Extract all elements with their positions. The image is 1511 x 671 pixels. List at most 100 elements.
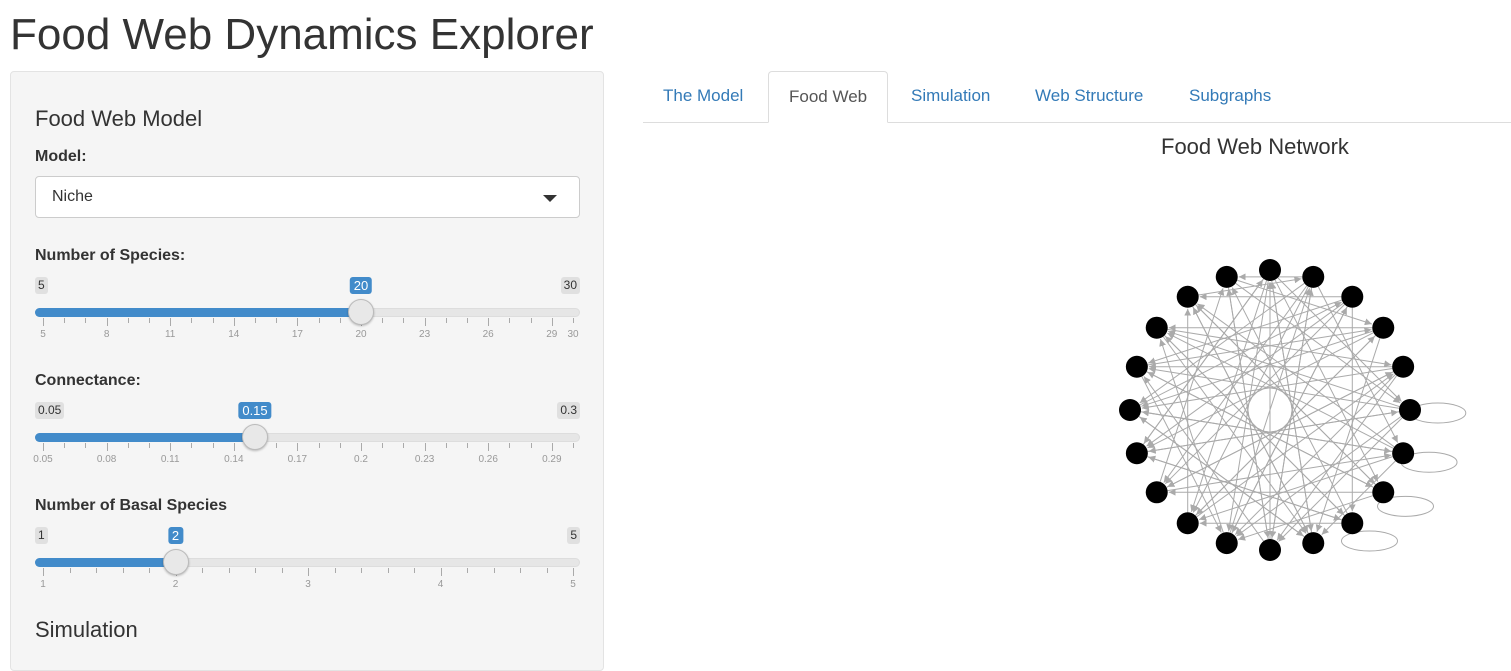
network-node (1215, 532, 1238, 555)
slider-handle[interactable] (242, 424, 268, 450)
slider-tick (530, 443, 532, 448)
slider-tick (308, 568, 309, 576)
connectance-value-label: 0.15 (238, 402, 272, 419)
slider-tick (228, 568, 230, 573)
slider-tick (334, 568, 336, 573)
tab-simulation[interactable]: Simulation (891, 71, 1010, 123)
species-min-label: 5 (35, 277, 48, 294)
slider-tick-label: 0.2 (354, 454, 368, 465)
slider-tick (96, 568, 97, 573)
network-node (1145, 481, 1168, 504)
slider-tick (414, 568, 415, 573)
tab-subgraphs[interactable]: Subgraphs (1169, 71, 1291, 123)
model-label: Model: (35, 148, 87, 165)
network-node (1392, 355, 1415, 378)
slider-tick (43, 568, 44, 576)
slider-tick (493, 568, 495, 573)
sidebar-panel: Food Web Model Model: Niche Number of Sp… (10, 71, 604, 671)
slider-tick-label: 1 (40, 579, 46, 590)
slider-tick (106, 318, 108, 326)
slider-tick (64, 443, 66, 448)
slider-tick (64, 318, 66, 323)
simulation-section-title: Simulation (35, 617, 138, 642)
network-node (1259, 259, 1281, 281)
species-value-label: 20 (349, 277, 373, 294)
slider-fill (35, 308, 361, 317)
connectance-label: Connectance: (35, 372, 141, 389)
slider-tick-label: 0.11 (160, 454, 180, 465)
slider-tick (318, 318, 320, 323)
network-node (1302, 265, 1325, 288)
slider-tick (573, 318, 574, 323)
network-node (1372, 481, 1395, 504)
network-node (1125, 355, 1148, 378)
slider-tick (488, 318, 490, 326)
network-node (1392, 442, 1415, 465)
slider-tick-label: 29 (546, 329, 558, 340)
slider-tick (467, 568, 468, 573)
connectance-slider[interactable]: 0.05 0.3 0.15 0.05 0.08 0.11 0.14 0.17 0.2 0.2… (33, 402, 580, 472)
slider-tick (403, 443, 405, 448)
slider-tick (297, 443, 299, 451)
network-edges (1138, 273, 1403, 542)
slider-tick (191, 443, 193, 448)
tab-the-model[interactable]: The Model (643, 71, 763, 123)
tab-food-web[interactable]: Food Web (768, 71, 889, 123)
slider-tick-label: 11 (164, 329, 176, 340)
slider-tick (573, 443, 574, 448)
slider-tick (361, 568, 362, 573)
slider-handle[interactable] (348, 299, 374, 325)
slider-tick (149, 443, 150, 448)
slider-tick-label: 0.29 (542, 454, 562, 465)
slider-tick (361, 443, 362, 451)
network-edge (1141, 330, 1373, 408)
slider-tick (170, 318, 172, 326)
network-node (1119, 399, 1141, 421)
slider-tick (85, 318, 87, 323)
network-node (1399, 399, 1421, 421)
slider-tick (106, 443, 108, 451)
slider-ticks (35, 443, 580, 453)
network-self-loop (1340, 530, 1398, 552)
tab-web-structure[interactable]: Web Structure (1015, 71, 1163, 123)
slider-tick-label: 30 (567, 329, 579, 340)
slider-tick-label: 26 (482, 329, 494, 340)
slider-tick (551, 443, 553, 451)
slider-tick-label: 5 (40, 329, 46, 340)
slider-tick (445, 443, 447, 448)
slider-tick (440, 568, 442, 576)
slider-tick (276, 443, 278, 448)
slider-tick (122, 568, 124, 573)
network-title: Food Web Network (1161, 134, 1349, 159)
slider-tick-label: 8 (103, 329, 110, 340)
slider-tick (573, 568, 574, 576)
model-select[interactable]: Niche (35, 176, 580, 218)
model-select-value: Niche (52, 188, 93, 205)
slider-tick (69, 568, 71, 573)
slider-tick (43, 443, 44, 451)
slider-fill (35, 558, 176, 567)
slider-handle[interactable] (162, 549, 189, 575)
slider-tick-label: 5 (570, 579, 576, 590)
slider-tick (509, 443, 511, 448)
chevron-down-icon (543, 195, 557, 202)
slider-tick-label: 4 (437, 579, 444, 590)
slider-tick (382, 318, 384, 323)
slider-tick (445, 318, 447, 323)
basal-min-label: 1 (35, 527, 48, 544)
slider-fill (35, 433, 255, 442)
connectance-min-label: 0.05 (35, 402, 65, 419)
slider-tick (149, 568, 150, 573)
slider-tick (551, 318, 553, 326)
basal-max-label: 5 (567, 527, 580, 544)
slider-tick (255, 568, 256, 573)
slider-tick (212, 318, 214, 323)
network-edge (1167, 452, 1392, 492)
slider-tick-label: 20 (355, 329, 367, 340)
species-slider[interactable]: 5 30 20 5 8 11 14 17 20 23 26 29 30 (35, 277, 580, 347)
network-node (1176, 285, 1199, 308)
basal-slider[interactable]: 1 5 2 1 2 3 4 5 (35, 527, 580, 597)
slider-tick (339, 443, 341, 448)
slider-tick (255, 318, 256, 323)
slider-tick (297, 318, 299, 326)
